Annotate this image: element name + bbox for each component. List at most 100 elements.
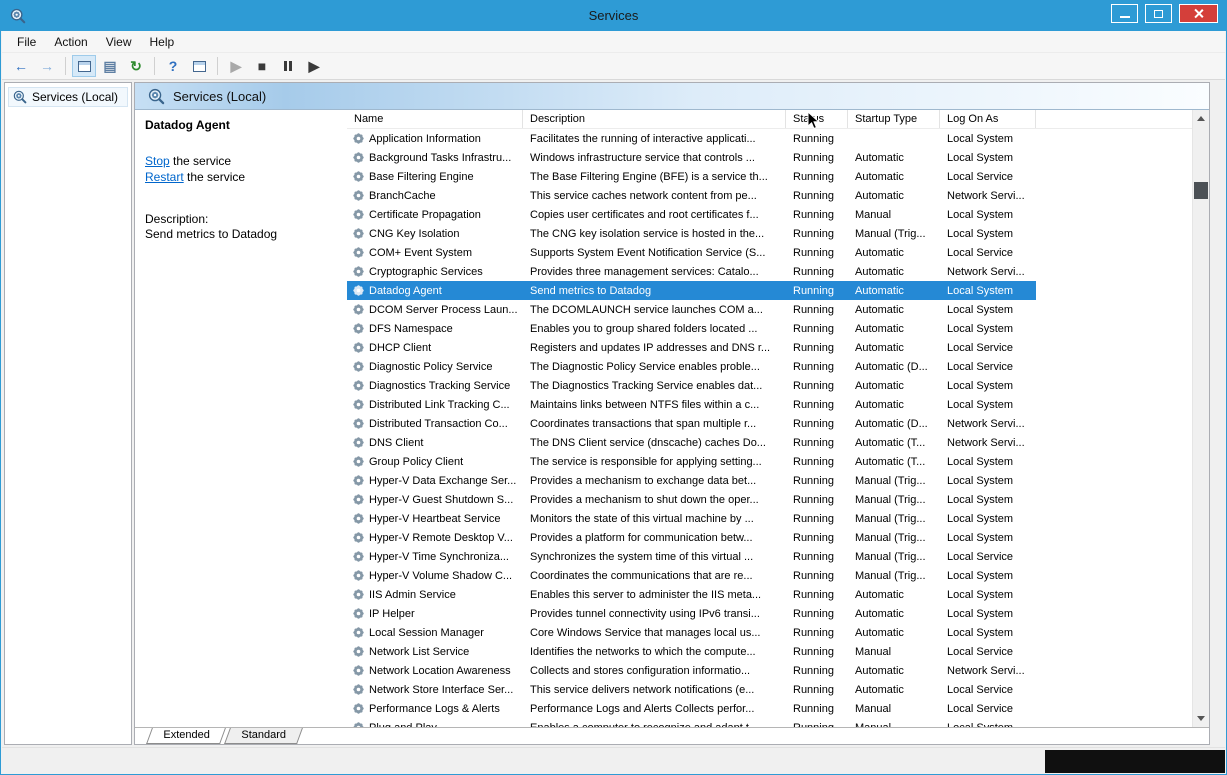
- service-gear-icon: [352, 379, 365, 392]
- menu-file[interactable]: File: [8, 32, 45, 52]
- toolbar-separator: [154, 57, 155, 75]
- menu-help[interactable]: Help: [141, 32, 184, 52]
- table-row[interactable]: Performance Logs & AlertsPerformance Log…: [347, 699, 1036, 718]
- table-row[interactable]: COM+ Event SystemSupports System Event N…: [347, 243, 1036, 262]
- table-row[interactable]: DCOM Server Process Laun...The DCOMLAUNC…: [347, 300, 1036, 319]
- table-row[interactable]: Cryptographic ServicesProvides three man…: [347, 262, 1036, 281]
- services-node-icon: [13, 90, 27, 104]
- cell-status: Running: [786, 604, 848, 623]
- cell-status: Running: [786, 642, 848, 661]
- export-list-button[interactable]: ▤: [98, 55, 122, 77]
- stop-service-link[interactable]: Stop: [145, 154, 170, 168]
- console-tree-icon: [78, 61, 91, 72]
- properties-button[interactable]: [187, 55, 211, 77]
- stop-service-button[interactable]: ■: [250, 55, 274, 77]
- column-header-log-on-as[interactable]: Log On As: [940, 110, 1036, 128]
- cell-name: DHCP Client: [347, 338, 523, 357]
- table-row[interactable]: Hyper-V Data Exchange Ser...Provides a m…: [347, 471, 1036, 490]
- restart-service-button[interactable]: ▶: [302, 55, 326, 77]
- status-bar: [2, 747, 1225, 773]
- table-row[interactable]: Distributed Transaction Co...Coordinates…: [347, 414, 1036, 433]
- table-row[interactable]: Hyper-V Remote Desktop V...Provides a pl…: [347, 528, 1036, 547]
- service-gear-icon: [352, 531, 365, 544]
- column-header-description[interactable]: Description: [523, 110, 786, 128]
- cell-description: Maintains links between NTFS files withi…: [523, 395, 786, 414]
- table-row[interactable]: Distributed Link Tracking C...Maintains …: [347, 395, 1036, 414]
- table-row[interactable]: DHCP ClientRegisters and updates IP addr…: [347, 338, 1036, 357]
- service-gear-icon: [352, 436, 365, 449]
- table-row[interactable]: Group Policy ClientThe service is respon…: [347, 452, 1036, 471]
- help-button[interactable]: ?: [161, 55, 185, 77]
- table-row[interactable]: Local Session ManagerCore Windows Servic…: [347, 623, 1036, 642]
- minimize-button[interactable]: [1111, 4, 1138, 23]
- table-row[interactable]: Network List ServiceIdentifies the netwo…: [347, 642, 1036, 661]
- table-row[interactable]: Hyper-V Time Synchroniza...Synchronizes …: [347, 547, 1036, 566]
- service-gear-icon: [352, 132, 365, 145]
- tree-item-services-local[interactable]: Services (Local): [8, 87, 128, 107]
- table-row[interactable]: Hyper-V Volume Shadow C...Coordinates th…: [347, 566, 1036, 585]
- cell-log-on-as: Local System: [940, 585, 1036, 604]
- service-gear-icon: [352, 246, 365, 259]
- table-row[interactable]: Datadog AgentSend metrics to DatadogRunn…: [347, 281, 1036, 300]
- vertical-scrollbar[interactable]: [1192, 110, 1209, 727]
- cell-description: Collects and stores configuration inform…: [523, 661, 786, 680]
- start-service-button[interactable]: ▶: [224, 55, 248, 77]
- back-button[interactable]: ←: [9, 55, 33, 77]
- column-header-startup-type[interactable]: Startup Type: [848, 110, 940, 128]
- table-row[interactable]: IP HelperProvides tunnel connectivity us…: [347, 604, 1036, 623]
- show-console-tree-button[interactable]: [72, 55, 96, 77]
- title-bar[interactable]: Services: [1, 1, 1226, 31]
- cell-description: Provides three management services: Cata…: [523, 262, 786, 281]
- scroll-down-button[interactable]: [1193, 710, 1209, 727]
- table-row[interactable]: Certificate PropagationCopies user certi…: [347, 205, 1036, 224]
- cell-startup-type: Manual (Trig...: [848, 528, 940, 547]
- table-row[interactable]: Base Filtering EngineThe Base Filtering …: [347, 167, 1036, 186]
- table-row[interactable]: DNS ClientThe DNS Client service (dnscac…: [347, 433, 1036, 452]
- cell-status: Running: [786, 509, 848, 528]
- cell-startup-type: Automatic: [848, 167, 940, 186]
- table-row[interactable]: DFS NamespaceEnables you to group shared…: [347, 319, 1036, 338]
- maximize-button[interactable]: [1145, 4, 1172, 23]
- tab-standard[interactable]: Standard: [225, 728, 303, 744]
- menu-view[interactable]: View: [97, 32, 141, 52]
- cell-status: Running: [786, 623, 848, 642]
- table-row[interactable]: Network Location AwarenessCollects and s…: [347, 661, 1036, 680]
- pause-service-button[interactable]: [276, 55, 300, 77]
- column-header-name[interactable]: Name: [347, 110, 523, 128]
- scroll-up-button[interactable]: [1193, 110, 1209, 127]
- refresh-button[interactable]: ↻: [124, 55, 148, 77]
- scroll-thumb[interactable]: [1194, 182, 1208, 199]
- table-row[interactable]: Diagnostics Tracking ServiceThe Diagnost…: [347, 376, 1036, 395]
- cell-description: Performance Logs and Alerts Collects per…: [523, 699, 786, 718]
- cell-name: Datadog Agent: [347, 281, 523, 300]
- restart-service-link[interactable]: Restart: [145, 170, 184, 184]
- service-gear-icon: [352, 702, 365, 715]
- table-row[interactable]: Network Store Interface Ser...This servi…: [347, 680, 1036, 699]
- tab-extended[interactable]: Extended: [146, 728, 226, 744]
- cell-log-on-as: Local System: [940, 623, 1036, 642]
- cell-status: Running: [786, 300, 848, 319]
- bottom-right-dark-region: [1045, 750, 1225, 773]
- table-row[interactable]: CNG Key IsolationThe CNG key isolation s…: [347, 224, 1036, 243]
- table-row[interactable]: Application InformationFacilitates the r…: [347, 129, 1036, 148]
- table-row[interactable]: Diagnostic Policy ServiceThe Diagnostic …: [347, 357, 1036, 376]
- cell-name: COM+ Event System: [347, 243, 523, 262]
- cell-description: The Diagnostic Policy Service enables pr…: [523, 357, 786, 376]
- cell-startup-type: Manual (Trig...: [848, 471, 940, 490]
- table-row[interactable]: Hyper-V Heartbeat ServiceMonitors the st…: [347, 509, 1036, 528]
- cell-description: The CNG key isolation service is hosted …: [523, 224, 786, 243]
- table-row[interactable]: Background Tasks Infrastru...Windows inf…: [347, 148, 1036, 167]
- forward-button[interactable]: →: [35, 55, 59, 77]
- table-row[interactable]: BranchCacheThis service caches network c…: [347, 186, 1036, 205]
- cell-name: Diagnostics Tracking Service: [347, 376, 523, 395]
- cell-status: Running: [786, 357, 848, 376]
- menu-action[interactable]: Action: [45, 32, 96, 52]
- close-button[interactable]: [1179, 4, 1218, 23]
- cell-description: Enables a computer to recognize and adap…: [523, 718, 786, 727]
- cell-name: IP Helper: [347, 604, 523, 623]
- table-row[interactable]: Plug and PlayEnables a computer to recog…: [347, 718, 1036, 727]
- table-row[interactable]: Hyper-V Guest Shutdown S...Provides a me…: [347, 490, 1036, 509]
- cell-name: Distributed Link Tracking C...: [347, 395, 523, 414]
- table-row[interactable]: IIS Admin ServiceEnables this server to …: [347, 585, 1036, 604]
- cell-status: Running: [786, 471, 848, 490]
